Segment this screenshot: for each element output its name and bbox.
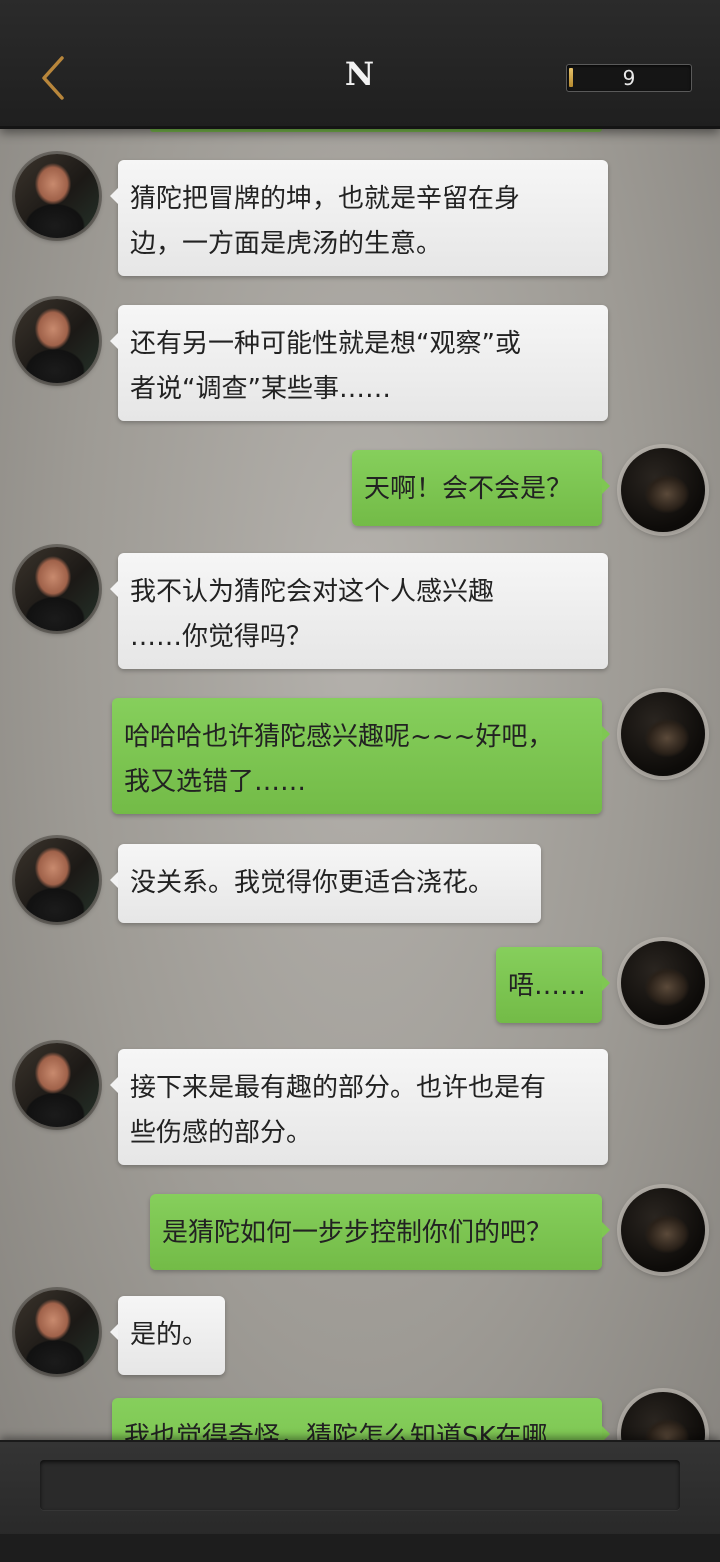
- message-bubble-left[interactable]: 我不认为猜陀会对这个人感兴趣 ……你觉得吗？: [110, 553, 608, 669]
- bottom-bar: [0, 1440, 720, 1562]
- contact-avatar[interactable]: [15, 154, 99, 238]
- reply-input-bar[interactable]: [40, 1460, 680, 1510]
- message-bubble-left[interactable]: 是的。: [110, 1296, 225, 1375]
- user-avatar[interactable]: [621, 692, 705, 776]
- contact-avatar[interactable]: [15, 1043, 99, 1127]
- chat-list[interactable]: 猜陀把冒牌的坤，也就是辛留在身 边，一方面是虎汤的生意。 还有另一种可能性就是想…: [0, 126, 720, 1440]
- contact-avatar[interactable]: [15, 547, 99, 631]
- message-bubble-left[interactable]: 接下来是最有趣的部分。也许也是有 些伤感的部分。: [110, 1049, 608, 1165]
- contact-avatar[interactable]: [15, 1290, 99, 1374]
- contact-avatar[interactable]: [15, 838, 99, 922]
- message-bubble-right[interactable]: 哈哈哈也许猜陀感兴趣呢~~~好吧， 我又选错了……: [112, 698, 610, 814]
- message-bubble-right[interactable]: 天啊！会不会是？: [352, 450, 610, 526]
- contact-avatar[interactable]: [15, 299, 99, 383]
- message-bubble-left[interactable]: 猜陀把冒牌的坤，也就是辛留在身 边，一方面是虎汤的生意。: [110, 160, 608, 276]
- user-avatar[interactable]: [621, 941, 705, 1025]
- user-avatar[interactable]: [621, 448, 705, 532]
- message-bubble-right[interactable]: 是猜陀如何一步步控制你们的吧？: [150, 1194, 610, 1270]
- header-bar: N 9: [0, 0, 720, 129]
- message-bubble-left[interactable]: 还有另一种可能性就是想“观察”或 者说“调查”某些事……: [110, 305, 608, 421]
- message-bubble-right[interactable]: 我也觉得奇怪，猜陀怎么知道SK在哪: [112, 1398, 610, 1440]
- counter-value: 9: [622, 66, 636, 90]
- message-bubble-left[interactable]: 没关系。我觉得你更适合浇花。: [110, 844, 541, 923]
- bottom-strip: [0, 1534, 720, 1562]
- user-avatar[interactable]: [621, 1392, 705, 1440]
- counter-badge: 9: [566, 64, 692, 92]
- user-avatar[interactable]: [621, 1188, 705, 1272]
- message-bubble-right[interactable]: 唔……: [496, 947, 610, 1023]
